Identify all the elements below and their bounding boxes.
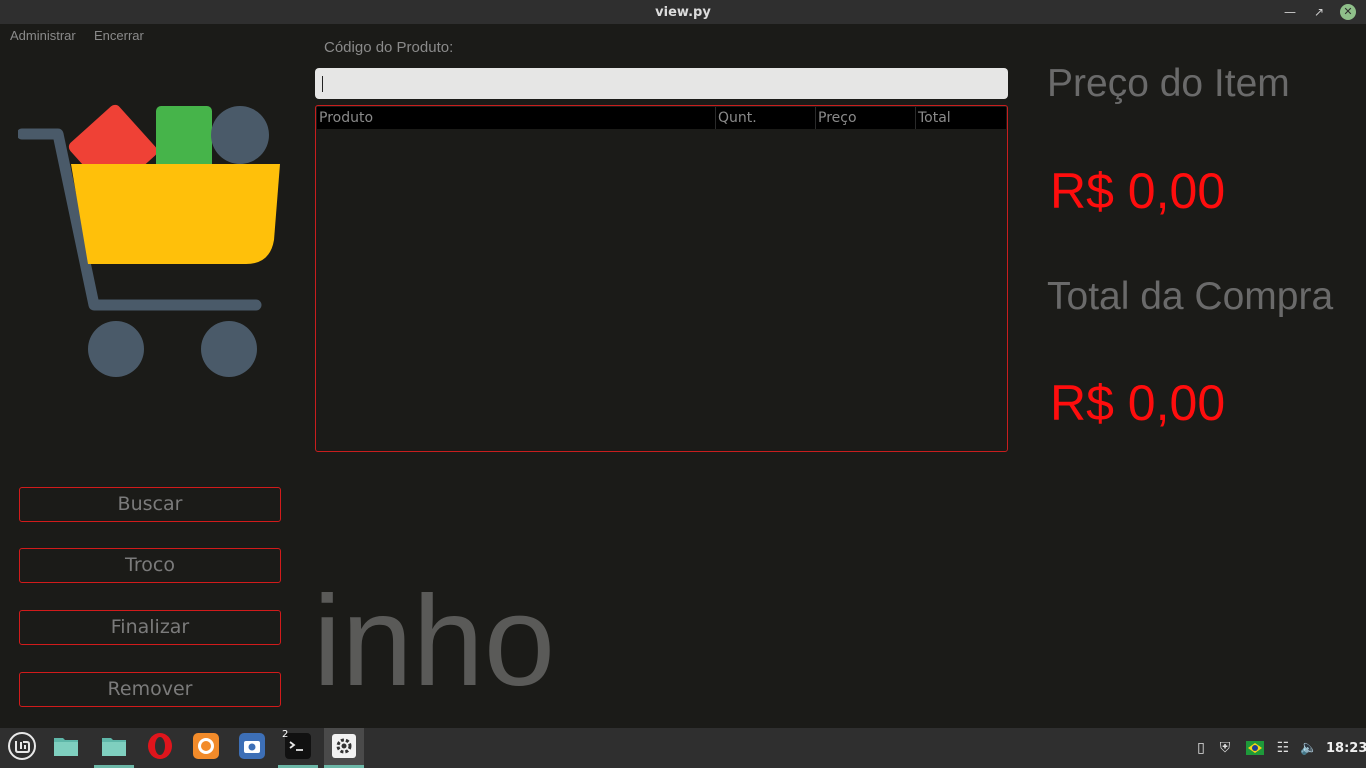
- firefox-icon[interactable]: [186, 728, 226, 768]
- troco-button[interactable]: Troco: [19, 548, 281, 583]
- column-preco[interactable]: Preço: [815, 107, 915, 129]
- menu-administrar[interactable]: Administrar: [10, 28, 76, 43]
- taskbar: 2 ▯ ⛨ ☷ 🔈 18:23: [0, 728, 1366, 768]
- text-caret: [322, 76, 323, 92]
- shopping-cart-icon: [18, 104, 280, 377]
- volume-icon[interactable]: 🔈: [1300, 739, 1318, 757]
- close-icon[interactable]: ✕: [1340, 4, 1356, 20]
- menu-bar: Administrar Encerrar: [0, 24, 300, 46]
- menu-encerrar[interactable]: Encerrar: [94, 28, 144, 43]
- product-code-label: Código do Produto:: [324, 39, 454, 56]
- total-label: Total da Compra: [1047, 275, 1334, 318]
- maximize-icon[interactable]: ↗: [1311, 4, 1327, 20]
- terminal-icon[interactable]: 2: [278, 728, 318, 768]
- window-title: view.py: [655, 5, 711, 20]
- products-table[interactable]: Produto Qunt. Preço Total: [315, 105, 1008, 452]
- column-qunt[interactable]: Qunt.: [715, 107, 815, 129]
- product-code-input[interactable]: [315, 68, 1008, 99]
- column-produto[interactable]: Produto: [317, 107, 715, 129]
- total-value: R$ 0,00: [1050, 375, 1226, 431]
- screenshot-icon[interactable]: [232, 728, 272, 768]
- files-icon[interactable]: [94, 728, 134, 768]
- network-icon[interactable]: ☷: [1274, 739, 1292, 757]
- window-titlebar: view.py — ↗ ✕: [0, 0, 1366, 24]
- finalizar-button[interactable]: Finalizar: [19, 610, 281, 645]
- clock[interactable]: 18:23: [1326, 741, 1366, 756]
- table-header: Produto Qunt. Preço Total: [317, 107, 1006, 129]
- opera-icon[interactable]: [140, 728, 180, 768]
- shield-icon[interactable]: ⛨: [1216, 739, 1234, 757]
- update-icon[interactable]: ▯: [1192, 739, 1210, 757]
- brand-watermark: inho: [313, 570, 555, 713]
- buscar-button[interactable]: Buscar: [19, 487, 281, 522]
- item-price-value: R$ 0,00: [1050, 163, 1226, 219]
- column-total[interactable]: Total: [915, 107, 1008, 129]
- remover-button[interactable]: Remover: [19, 672, 281, 707]
- terminal-window-count: 2: [282, 729, 289, 740]
- settings-icon[interactable]: [324, 728, 364, 768]
- flag-icon[interactable]: [1246, 739, 1264, 757]
- folder-icon[interactable]: [46, 728, 86, 768]
- mint-menu-icon[interactable]: [2, 728, 42, 768]
- minimize-icon[interactable]: —: [1282, 4, 1298, 20]
- item-price-label: Preço do Item: [1047, 62, 1290, 105]
